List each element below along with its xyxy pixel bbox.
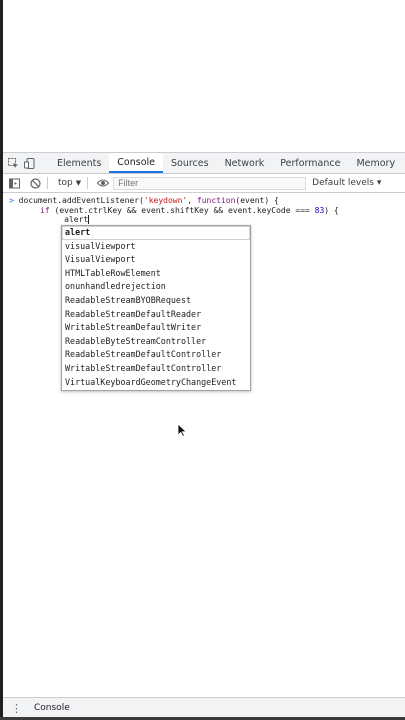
code-text: ) { [324, 206, 339, 215]
tab-elements[interactable]: Elements [49, 153, 109, 173]
chevron-down-icon: ▼ [75, 179, 82, 187]
console-input-line-3[interactable]: alert [16, 215, 90, 224]
console-input-line-1: > document.addEventListener('keydown', f… [9, 196, 279, 205]
code-keyword: function [196, 196, 236, 205]
console-toolbar: top ▼ Default levels ▾ [3, 174, 405, 193]
eye-icon[interactable] [97, 177, 110, 189]
cursor-icon [177, 423, 187, 437]
code-text: alert [64, 215, 89, 224]
autocomplete-item[interactable]: alert [62, 226, 250, 240]
tab-performance[interactable]: Performance [272, 153, 348, 173]
tab-sources[interactable]: Sources [163, 153, 217, 173]
code-keyword: if [40, 206, 50, 215]
tab-network[interactable]: Network [217, 153, 273, 173]
toolbar-divider [87, 177, 89, 189]
autocomplete-item[interactable]: ReadableStreamDefaultController [62, 348, 250, 362]
device-toolbar-icon[interactable] [24, 157, 35, 169]
filter-input[interactable] [113, 176, 307, 190]
prompt-chevron-icon: > [9, 196, 14, 205]
tab-console[interactable]: Console [109, 153, 163, 173]
kebab-menu-icon[interactable]: ⋮ [11, 702, 22, 715]
sidebar-toggle-icon[interactable] [8, 177, 20, 189]
tab-memory[interactable]: Memory [348, 153, 403, 173]
context-label: top [58, 178, 73, 188]
drawer-tab-console[interactable]: Console [34, 703, 70, 713]
code-text: (event.ctrlKey && event.shiftKey && even… [49, 206, 315, 215]
context-selector[interactable]: top ▼ [54, 178, 85, 188]
log-levels-dropdown[interactable]: Default levels ▾ [312, 178, 381, 188]
console-input-line-2: if (event.ctrlKey && event.shiftKey && e… [16, 206, 339, 215]
inspect-element-icon[interactable] [8, 157, 19, 169]
autocomplete-item[interactable]: WritableStreamDefaultController [62, 362, 250, 376]
autocomplete-item[interactable]: ReadableStreamDefaultReader [62, 308, 250, 322]
autocomplete-item[interactable]: ReadableStreamBYOBRequest [62, 294, 250, 308]
autocomplete-item[interactable]: visualViewport [62, 240, 250, 254]
clear-console-icon[interactable] [29, 177, 41, 189]
text-caret [88, 215, 90, 224]
console-drawer: ⋮ Console [3, 697, 405, 718]
autocomplete-item[interactable]: WritableStreamDefaultWriter [62, 321, 250, 335]
autocomplete-item[interactable]: VirtualKeyboardGeometryChangeEvent [62, 376, 250, 390]
code-string: 'keydown' [143, 196, 188, 205]
autocomplete-item[interactable]: VisualViewport [62, 253, 250, 267]
code-number: 83 [314, 206, 325, 215]
code-text: , [187, 196, 197, 205]
autocomplete-item[interactable]: HTMLTableRowElement [62, 267, 250, 281]
autocomplete-item[interactable]: ReadableByteStreamController [62, 335, 250, 349]
code-text: (event) { [235, 196, 279, 205]
toolbar-divider [47, 177, 48, 189]
autocomplete-dropdown[interactable]: alert visualViewport VisualViewport HTML… [61, 225, 251, 391]
autocomplete-item[interactable]: onunhandledrejection [62, 280, 250, 294]
code-text: document.addEventListener( [18, 196, 144, 205]
devtools-tabbar: Elements Console Sources Network Perform… [3, 152, 405, 174]
